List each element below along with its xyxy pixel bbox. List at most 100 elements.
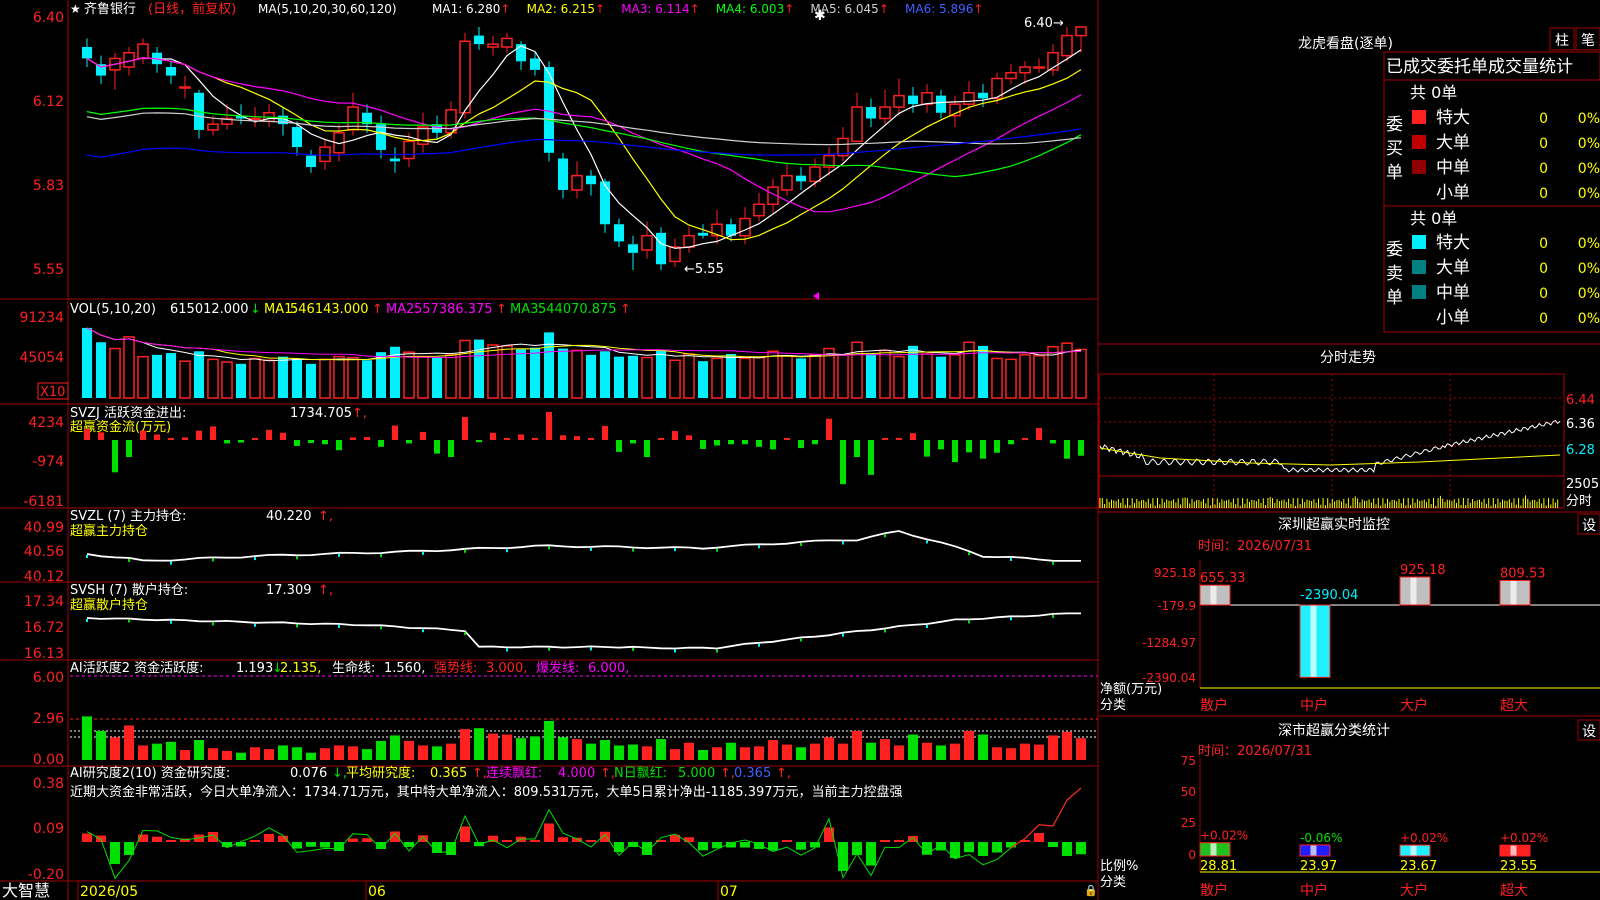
ma-line	[86, 45, 1082, 249]
ma-legend-item: MA6: 5.896↑	[905, 2, 983, 16]
tab-volume-stats[interactable]: 成交量统计	[1488, 57, 1573, 77]
ai2-legend: AI研究度2(10) 资金研究度: 0.076 ↓,平均研究度: 0.365 ↑,连续飘…	[70, 765, 903, 800]
sell-swatch	[1412, 260, 1426, 274]
candlestick-series	[81, 26, 1087, 270]
candle-body-up	[781, 174, 793, 191]
holding-dot	[86, 555, 88, 558]
monitor-bar-shine	[1410, 577, 1417, 605]
svzj-bar-down	[994, 440, 1000, 453]
ai1-series	[70, 675, 1098, 760]
vol-value: 615012.000	[170, 302, 249, 317]
buy-row-pct: 0%	[1578, 186, 1600, 202]
ma-legend-arrow: ↑	[595, 2, 605, 16]
volume-bar-up	[1005, 358, 1017, 399]
holding-dot	[338, 553, 340, 557]
tab-filled[interactable]: 已成交	[1386, 57, 1437, 77]
svzj-bar-down	[238, 440, 244, 443]
svzj-bar-down	[966, 440, 972, 453]
candle-body-down	[697, 232, 709, 236]
svzj-bar-up	[490, 432, 496, 440]
ai2-bar-up	[529, 840, 541, 842]
ai2-bar-down	[697, 842, 709, 851]
ai1-bar-down	[935, 745, 947, 760]
sell-side-label: 单	[1386, 288, 1403, 308]
stat-bar-label: 23.97	[1300, 859, 1337, 874]
svzl-series	[86, 530, 1081, 565]
holding-dot	[422, 551, 424, 555]
tab-orders[interactable]: 委托单	[1437, 57, 1488, 77]
svzj-bar-down	[476, 440, 482, 443]
volume-bar-down	[473, 339, 485, 398]
ai1-bar-down	[599, 740, 611, 760]
sell-row-pct: 0%	[1578, 286, 1600, 302]
ai2-bar-down	[977, 842, 989, 856]
buy-swatch	[1412, 160, 1426, 174]
candle-body-down	[291, 127, 303, 148]
panel-frames	[0, 0, 1600, 900]
fenshi-vol-label: 25057	[1566, 477, 1600, 492]
sell-row-label: 大单	[1436, 258, 1470, 278]
candle-body-down	[627, 244, 639, 253]
stat-bar-change: +0.02%	[1400, 831, 1448, 845]
holding-line	[86, 530, 1081, 562]
holding-dot	[968, 620, 970, 624]
svzj-bar-down	[1008, 440, 1014, 445]
holding-dot	[296, 624, 298, 628]
ai1-bar-down	[543, 720, 555, 760]
candle-body-down	[557, 158, 569, 190]
stock-name[interactable]: 齐鲁银行	[84, 1, 136, 17]
svzj-value: 1734.705	[290, 406, 352, 421]
candle-body-down	[473, 35, 485, 45]
svzj-bar-down	[812, 440, 818, 445]
holding-dot	[758, 545, 760, 549]
svzj-bar-up	[658, 438, 664, 440]
holding-dot	[842, 633, 844, 637]
holding-dot	[590, 547, 592, 551]
volume-bar-up	[571, 349, 583, 399]
ai2-c1-arrow: ↑,	[600, 766, 615, 781]
ai2-avg-arrow: ↑,	[472, 766, 487, 781]
vol-ma3-value: 544070.875	[538, 302, 617, 317]
svzj-bar-up	[686, 435, 692, 440]
stat-axis-label: 75	[1181, 754, 1196, 768]
svzj-bar-up	[574, 436, 580, 440]
volume-bar-up	[991, 357, 1003, 399]
ai1-bar-up	[347, 746, 359, 760]
monitor-axis-label: 925.18	[1154, 566, 1196, 580]
holding-dot	[926, 540, 928, 544]
svzl-label: SVZL (7) 主力持仓:	[70, 509, 186, 524]
vol-ma3-arrow: ↑	[620, 302, 631, 317]
ai1-bar-up	[417, 745, 429, 760]
lock-icon[interactable]: 🔒	[1084, 884, 1098, 897]
stat-bar-change: +0.02%	[1500, 831, 1548, 845]
ai2-bar-up	[585, 840, 597, 842]
volume-bar-down	[697, 361, 709, 398]
ai1-bar-down	[697, 750, 709, 760]
svzj-bar-down	[322, 440, 328, 445]
ai2-c3-v: 0.365	[734, 766, 771, 781]
candle-body-down	[529, 58, 541, 70]
candle-body-up	[459, 40, 471, 114]
fenshi-chart[interactable]: 6.44 6.36 6.28 25057 分时	[1098, 373, 1600, 509]
buy-side-label: 买	[1386, 139, 1403, 159]
ai2-bar-down	[795, 842, 807, 850]
stat-category: 大户	[1400, 882, 1428, 899]
ai2-c2-arrow: ↑,	[720, 766, 735, 781]
candle-body-down	[585, 175, 597, 185]
ai1-bar-down	[529, 736, 541, 760]
svzj-bar-up	[910, 433, 916, 440]
app-root: ★ 齐鲁银行 (日线，前复权) MA(5,10,20,30,60,120) MA…	[0, 0, 1600, 900]
holding-dot	[212, 622, 214, 626]
volume-bar-down	[277, 356, 289, 398]
stat-bar-shine	[1410, 845, 1417, 856]
svsh-axis-label: 16.72	[24, 620, 64, 636]
holding-dot	[170, 620, 172, 624]
buy-swatch	[1412, 110, 1426, 124]
holding-dot	[1052, 561, 1054, 565]
svzj-bar-down	[700, 440, 706, 449]
svsh-label: SVSH (7) 散户持仓:	[70, 582, 188, 598]
monitor-x-title: 分类	[1100, 698, 1126, 713]
ai2-comment: 近期大资金非常活跃，今日大单净流入：1734.71万元，其中特大单净流入：809…	[70, 784, 903, 800]
svzj-bar-down	[126, 440, 132, 457]
ai2-bar-up	[151, 836, 163, 842]
